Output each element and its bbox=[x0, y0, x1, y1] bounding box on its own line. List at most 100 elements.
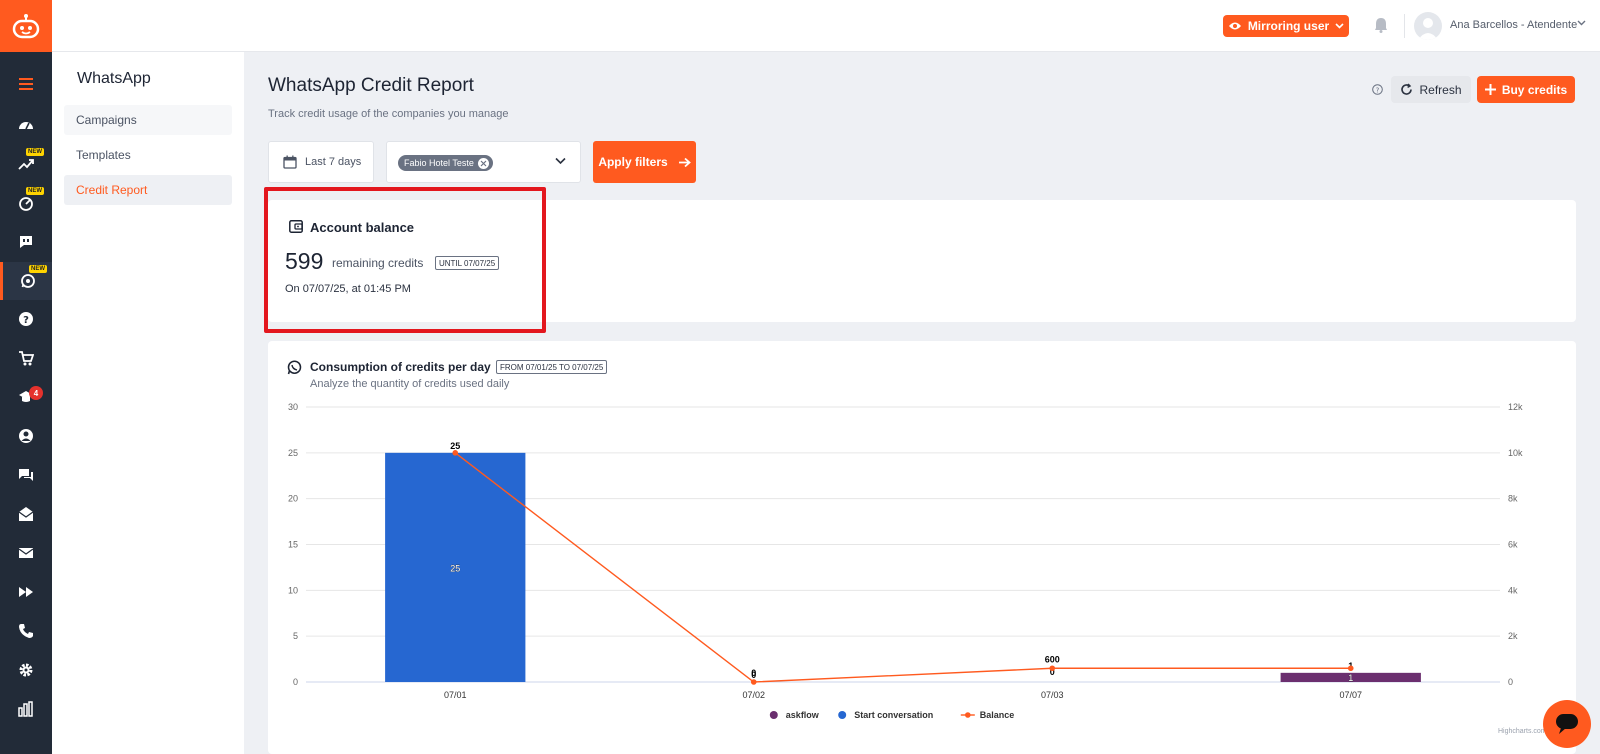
bell-icon[interactable] bbox=[1374, 17, 1388, 33]
top-bar: Mirroring user Ana Barcellos - Atendente bbox=[52, 0, 1600, 52]
chevron-down-icon bbox=[1335, 23, 1344, 29]
legend-item: Balance bbox=[980, 710, 1015, 720]
x-tick-label: 07/03 bbox=[1041, 690, 1064, 700]
user-avatar-icon bbox=[1418, 18, 1438, 40]
y-left-tick-label: 30 bbox=[288, 402, 298, 412]
y-left-tick-label: 25 bbox=[288, 448, 298, 458]
highlight-annotation-box bbox=[264, 187, 546, 333]
help-circle-icon[interactable]: ? bbox=[1372, 84, 1383, 95]
date-range-label: Last 7 days bbox=[305, 156, 362, 168]
page-subtitle: Track credit usage of the companies you … bbox=[268, 108, 509, 120]
apply-filters-label: Apply filters bbox=[598, 155, 668, 169]
y-left-tick-label: 15 bbox=[288, 540, 298, 550]
chevron-down-icon[interactable] bbox=[1577, 20, 1586, 26]
help-icon: ? bbox=[19, 312, 33, 326]
rail-rocket[interactable]: NEW bbox=[0, 184, 52, 222]
rail-academy[interactable]: 4 bbox=[0, 378, 52, 416]
icon-rail: NEW NEW NEW ? 4 bbox=[0, 0, 52, 754]
balance-point bbox=[750, 679, 757, 685]
chat-bubble-icon bbox=[1556, 714, 1578, 734]
eye-icon bbox=[1228, 22, 1241, 30]
mirroring-user-label: Mirroring user bbox=[1247, 19, 1330, 33]
rail-reports[interactable] bbox=[0, 690, 52, 728]
rail-dashboard[interactable] bbox=[0, 106, 52, 144]
legend-symbol bbox=[838, 711, 847, 719]
legend-symbol bbox=[965, 712, 971, 718]
new-badge: NEW bbox=[26, 148, 44, 156]
trending-icon bbox=[18, 159, 34, 170]
mirroring-user-button[interactable]: Mirroring user bbox=[1223, 15, 1349, 37]
rocket-icon bbox=[19, 197, 33, 211]
new-badge: NEW bbox=[26, 187, 44, 195]
balance-point bbox=[452, 450, 459, 456]
rail-whatsapp[interactable]: NEW bbox=[0, 262, 52, 300]
rail-chat-quote[interactable] bbox=[0, 223, 52, 261]
sidebar-item-templates[interactable]: Templates bbox=[64, 140, 232, 170]
avatar[interactable] bbox=[1414, 12, 1442, 40]
user-circle-icon bbox=[19, 429, 33, 443]
cart-icon bbox=[19, 351, 34, 366]
chip-remove-button[interactable] bbox=[477, 157, 489, 169]
refresh-icon bbox=[1401, 83, 1413, 95]
refresh-button[interactable]: Refresh bbox=[1391, 76, 1471, 103]
rail-help[interactable]: ? bbox=[0, 300, 52, 338]
arrow-right-icon bbox=[678, 157, 691, 167]
x-tick-label: 07/01 bbox=[444, 690, 467, 700]
dashboard-icon bbox=[19, 122, 33, 130]
buy-credits-button[interactable]: Buy credits bbox=[1477, 76, 1575, 103]
sidebar-item-campaigns[interactable]: Campaigns bbox=[64, 105, 232, 135]
x-tick-label: 07/07 bbox=[1339, 690, 1362, 700]
credits-per-day-chart: 05101520253002k4k6k8k10k12k07/01 07/02 07/… bbox=[288, 402, 1523, 720]
date-range-tag: FROM 07/01/25 TO 07/07/25 bbox=[496, 360, 608, 374]
rail-automation[interactable] bbox=[0, 573, 52, 611]
menu-button[interactable] bbox=[0, 65, 52, 103]
chart-title: Consumption of credits per day bbox=[310, 360, 491, 374]
rail-cart[interactable] bbox=[0, 339, 52, 377]
robot-logo-icon bbox=[12, 14, 40, 39]
sidebar-item-credit-report[interactable]: Credit Report bbox=[64, 175, 232, 205]
y-left-tick-label: 10 bbox=[288, 585, 298, 595]
bar-chart-icon bbox=[18, 701, 33, 717]
y-left-tick-label: 5 bbox=[293, 631, 298, 641]
notification-count-badge: 4 bbox=[29, 386, 43, 400]
y-right-tick-label: 0 bbox=[1508, 677, 1513, 687]
stack-total-label: 25 bbox=[450, 441, 460, 451]
chat-widget-button[interactable] bbox=[1543, 700, 1591, 748]
rail-settings[interactable] bbox=[0, 651, 52, 689]
balance-point bbox=[1049, 665, 1056, 672]
company-chip: Fabio Hotel Teste bbox=[398, 155, 493, 171]
bar-inner-data-label: 25 bbox=[450, 563, 460, 573]
highcharts-credit[interactable]: Highcharts.com bbox=[1498, 728, 1547, 735]
refresh-label: Refresh bbox=[1419, 82, 1462, 97]
calendar-icon bbox=[283, 155, 297, 169]
rail-chats[interactable] bbox=[0, 456, 52, 494]
legend-symbol bbox=[769, 711, 778, 719]
whatsapp-icon bbox=[287, 360, 302, 375]
mail-open-icon bbox=[18, 507, 34, 521]
y-right-tick-label: 2k bbox=[1508, 631, 1518, 641]
page-title: WhatsApp Credit Report bbox=[268, 75, 474, 96]
menu-icon bbox=[19, 78, 33, 90]
chat-icon bbox=[19, 469, 33, 481]
user-name[interactable]: Ana Barcellos - Atendente bbox=[1450, 19, 1577, 31]
rail-inbox[interactable] bbox=[0, 495, 52, 533]
buy-credits-label: Buy credits bbox=[1501, 82, 1568, 97]
chat-quote-icon bbox=[20, 236, 32, 248]
y-right-tick-label: 6k bbox=[1508, 540, 1518, 550]
sidebar-title: WhatsApp bbox=[77, 70, 151, 87]
apply-filters-button[interactable]: Apply filters bbox=[593, 141, 696, 183]
legend-item: askflow bbox=[786, 710, 820, 720]
svg-text:?: ? bbox=[1376, 86, 1380, 94]
rail-contacts[interactable] bbox=[0, 417, 52, 455]
y-right-tick-label: 12k bbox=[1508, 402, 1523, 412]
app-logo[interactable] bbox=[0, 0, 52, 52]
rail-trending[interactable]: NEW bbox=[0, 145, 52, 183]
balance-data-label: 600 bbox=[1045, 654, 1060, 664]
date-range-filter[interactable]: Last 7 days bbox=[268, 141, 374, 183]
company-select[interactable]: Fabio Hotel Teste bbox=[386, 141, 581, 183]
mail-icon bbox=[18, 548, 34, 558]
rail-mail[interactable] bbox=[0, 534, 52, 572]
rail-phone[interactable] bbox=[0, 612, 52, 650]
close-icon bbox=[480, 160, 487, 166]
fast-forward-icon bbox=[19, 587, 33, 597]
